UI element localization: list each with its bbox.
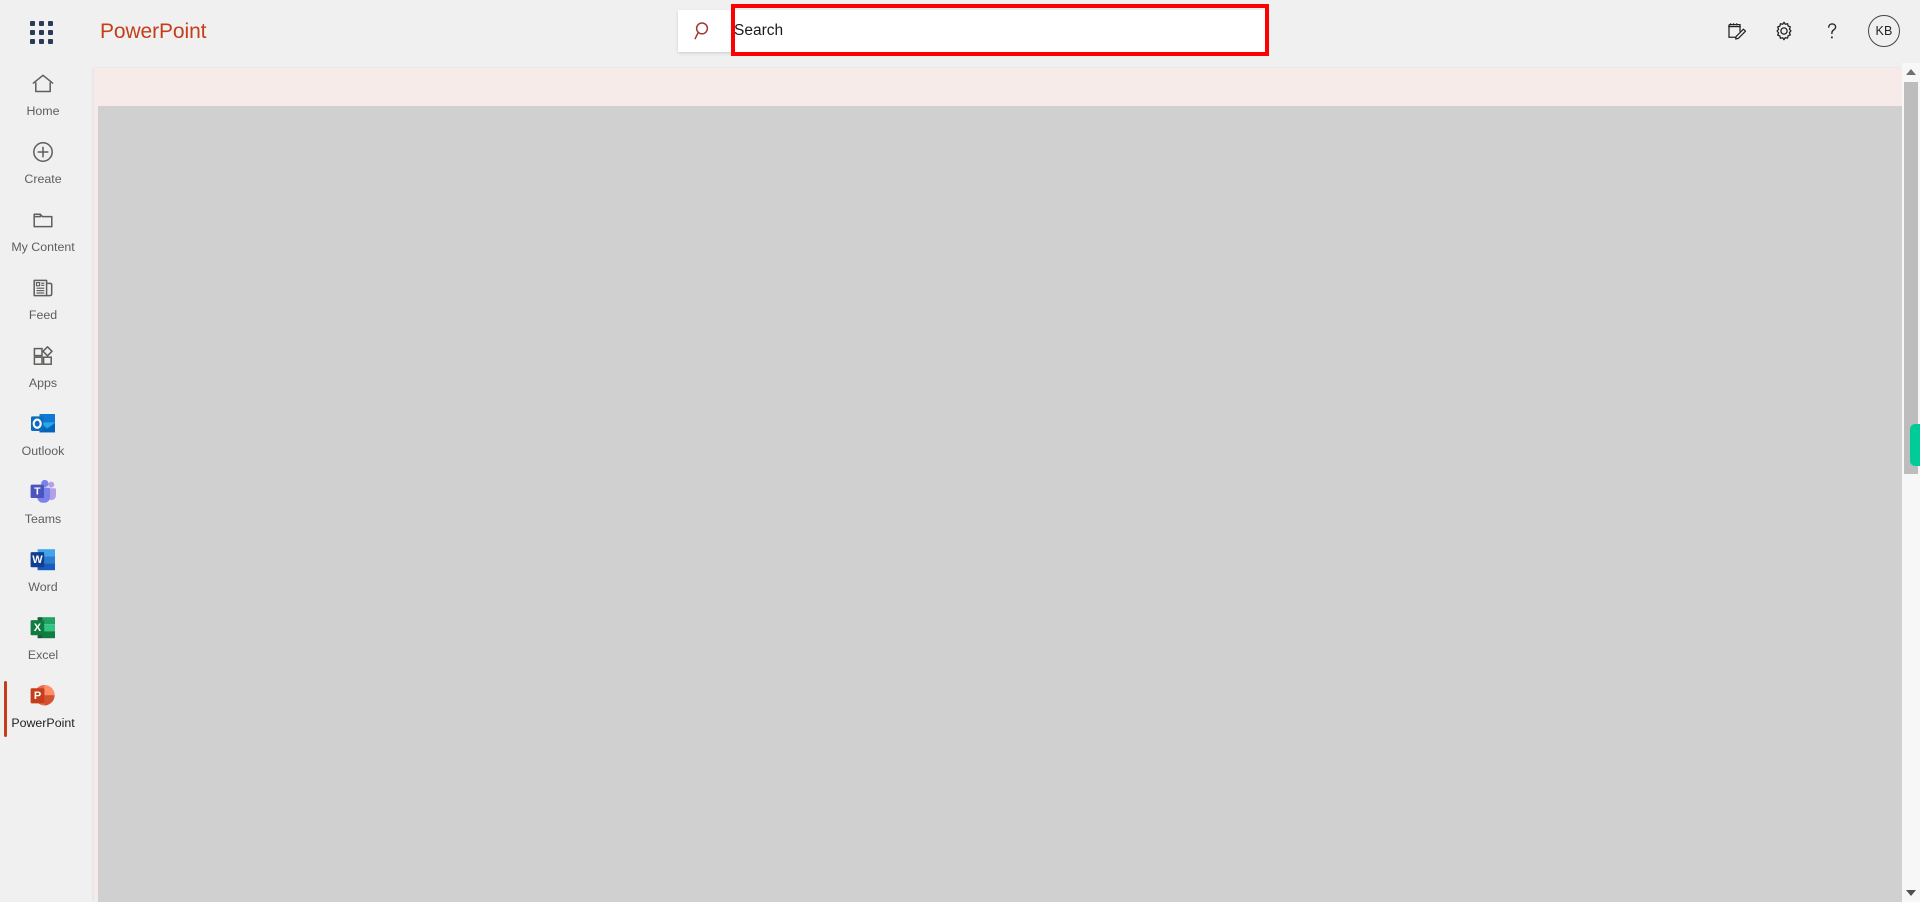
waffle-grid: [29, 20, 53, 44]
svg-text:X: X: [34, 622, 42, 634]
sidebar-item-label: PowerPoint: [11, 716, 75, 730]
question-mark-icon[interactable]: [1808, 7, 1856, 55]
powerpoint-web-app: PowerPoint Search KB Home Create My Cont…: [0, 0, 1920, 902]
sidebar-item-label: Home: [26, 104, 60, 118]
sidebar-item-outlook[interactable]: Outlook: [0, 403, 86, 471]
scroll-up-arrow-icon[interactable]: [1902, 63, 1920, 81]
sidebar-item-my-content[interactable]: My Content: [0, 199, 86, 267]
sidebar-item-feed[interactable]: Feed: [0, 267, 86, 335]
avatar: KB: [1868, 15, 1900, 47]
main-content-region: [86, 63, 1920, 902]
word-icon: W: [26, 543, 60, 577]
excel-icon: X: [26, 611, 60, 645]
sidebar-item-label: Outlook: [21, 444, 65, 458]
sidebar-item-powerpoint[interactable]: P PowerPoint: [0, 675, 86, 743]
waffle-dot: [29, 20, 35, 26]
waffle-dot: [47, 29, 53, 35]
top-navigation-bar: PowerPoint Search KB: [0, 0, 1920, 63]
waffle-dot: [38, 20, 44, 26]
apps-grid-icon: [26, 339, 60, 373]
waffle-dot: [29, 38, 35, 44]
sidebar-item-label: Word: [28, 580, 58, 594]
selected-indicator: [4, 681, 7, 737]
scroll-down-arrow-icon[interactable]: [1902, 884, 1920, 902]
sidebar-item-label: My Content: [11, 240, 75, 254]
sidebar-item-label: Feed: [28, 308, 58, 322]
feed-icon: [26, 271, 60, 305]
teams-icon: T: [26, 475, 60, 509]
sidebar-item-create[interactable]: Create: [0, 131, 86, 199]
sidebar-item-word[interactable]: W Word: [0, 539, 86, 607]
svg-text:P: P: [34, 690, 41, 702]
app-launcher-waffle-icon[interactable]: [22, 13, 60, 51]
scroll-position-marker: [1910, 424, 1920, 466]
content-canvas: [98, 106, 1902, 902]
sidebar-item-home[interactable]: Home: [0, 63, 86, 131]
search-icon[interactable]: [678, 10, 730, 52]
waffle-dot: [47, 38, 53, 44]
scroll-up-triangle: [1906, 69, 1916, 75]
powerpoint-icon: P: [26, 679, 60, 713]
home-icon: [26, 67, 60, 101]
scrollbar-thumb[interactable]: [1904, 82, 1918, 474]
account-manager-button[interactable]: KB: [1856, 7, 1912, 55]
top-bar-actions: KB: [1712, 7, 1912, 55]
search-input[interactable]: [730, 11, 1266, 51]
outlook-icon: [26, 407, 60, 441]
sidebar-item-apps[interactable]: Apps: [0, 335, 86, 403]
svg-text:T: T: [34, 486, 41, 498]
notepad-pencil-icon[interactable]: [1712, 7, 1760, 55]
sidebar-item-excel[interactable]: X Excel: [0, 607, 86, 675]
app-brand-title[interactable]: PowerPoint: [100, 12, 206, 52]
svg-text:W: W: [32, 554, 43, 566]
plus-circle-icon: [26, 135, 60, 169]
waffle-dot: [38, 29, 44, 35]
gear-icon[interactable]: [1760, 7, 1808, 55]
page-scrollbar[interactable]: [1902, 63, 1920, 902]
left-navigation-rail: Home Create My Content Feed Apps Outlook…: [0, 63, 86, 902]
sidebar-item-label: Teams: [24, 512, 62, 526]
sidebar-item-label: Apps: [28, 376, 58, 390]
search-box[interactable]: [678, 10, 1266, 52]
sidebar-item-label: Excel: [27, 648, 59, 662]
waffle-dot: [38, 38, 44, 44]
scroll-down-triangle: [1906, 890, 1916, 896]
folder-icon: [26, 203, 60, 237]
content-banner: [94, 68, 1902, 902]
waffle-dot: [29, 29, 35, 35]
waffle-dot: [47, 20, 53, 26]
sidebar-item-label: Create: [24, 172, 62, 186]
sidebar-item-teams[interactable]: T Teams: [0, 471, 86, 539]
